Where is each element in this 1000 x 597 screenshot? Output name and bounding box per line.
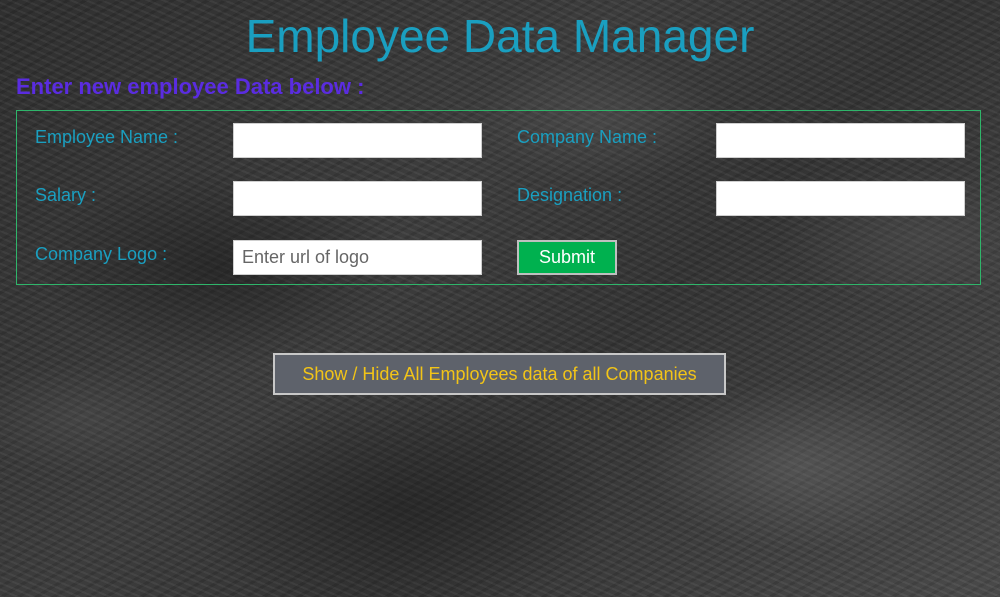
- company-name-input[interactable]: [716, 123, 965, 158]
- form-subtitle: Enter new employee Data below :: [16, 74, 365, 99]
- designation-label: Designation :: [517, 185, 623, 205]
- employee-name-label: Employee Name :: [35, 127, 179, 147]
- company-name-label: Company Name :: [517, 127, 658, 147]
- toggle-employees-button[interactable]: Show / Hide All Employees data of all Co…: [273, 353, 726, 395]
- employee-name-input[interactable]: [233, 123, 482, 158]
- company-logo-label: Company Logo :: [35, 244, 168, 264]
- page-title: Employee Data Manager: [245, 10, 755, 62]
- employee-form: Employee Name : Company Name : Salary : …: [16, 110, 981, 285]
- designation-input[interactable]: [716, 181, 965, 216]
- salary-input[interactable]: [233, 181, 482, 216]
- salary-label: Salary :: [35, 185, 97, 205]
- submit-button[interactable]: Submit: [517, 240, 617, 275]
- company-logo-input[interactable]: [233, 240, 482, 275]
